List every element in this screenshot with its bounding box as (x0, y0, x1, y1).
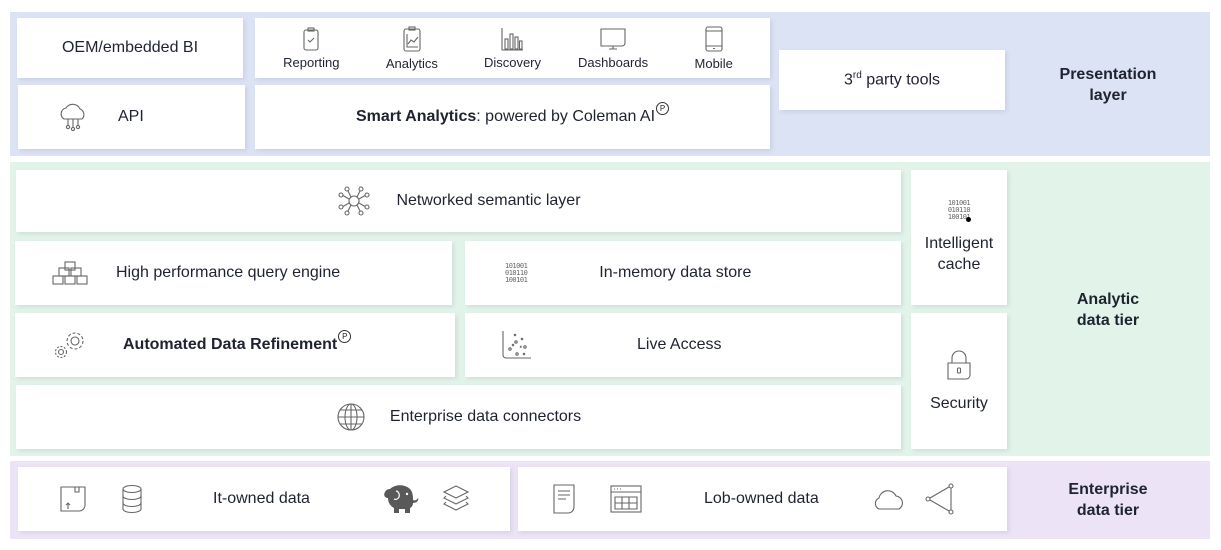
document-icon (552, 484, 576, 514)
oem-label: OEM/embedded BI (61, 39, 199, 56)
spreadsheet-icon (610, 485, 642, 513)
globe-icon (336, 402, 366, 432)
intelligent-cache-box: 101001 010110 100101 Intelligent cache (911, 170, 1007, 305)
padlock-icon (946, 349, 972, 381)
security-box: Security (911, 313, 1007, 449)
smart-analytics-box: Smart Analytics: powered by Coleman AI P (255, 85, 770, 149)
tool-label: Analytics (385, 55, 438, 71)
third-party-tools-box: 3rd party tools (779, 50, 1005, 110)
smart-analytics-subtitle: : powered by Coleman AI (476, 108, 656, 125)
enterprise-tier-label: Enterprise data tier (1068, 481, 1148, 519)
clipboard-check-icon (302, 26, 320, 51)
tool-mobile: Mobile (664, 25, 764, 71)
elephant-icon (382, 483, 420, 515)
smart-analytics-title: Smart Analytics (355, 108, 477, 125)
intelligent-cache-label: Intelligent cache (924, 235, 994, 273)
patent-mark-icon: P (656, 102, 670, 115)
monitor-icon (599, 27, 627, 51)
scatter-plot-icon (501, 329, 533, 361)
live-access-box: Live Access (465, 313, 901, 377)
network-hub-icon (336, 186, 372, 216)
enterprise-data-connectors-box: Enterprise data connectors (16, 385, 901, 449)
in-memory-data-store-box: 101001 010110 100101 In-memory data store (465, 241, 901, 305)
it-owned-data-box: It-owned data (18, 467, 510, 531)
hierarchy-blocks-icon (52, 260, 88, 286)
patent-mark-icon: P (338, 330, 352, 343)
cloud-network-icon (56, 102, 90, 132)
it-owned-label: It-owned data (213, 490, 310, 507)
binary-search-icon: 101001 010110 100101 (948, 200, 973, 224)
third-party-label: 3rd party tools (843, 70, 941, 89)
database-icon (121, 484, 143, 514)
tool-label: Discovery (483, 54, 542, 70)
tool-label: Reporting (283, 54, 340, 70)
presentation-tools-box: Reporting Analytics Discovery Dashboards… (255, 18, 770, 78)
in-memory-label: In-memory data store (599, 264, 752, 281)
live-access-label: Live Access (637, 336, 722, 353)
api-label: API (118, 108, 144, 125)
gears-icon (53, 330, 89, 360)
mobile-icon (705, 25, 723, 52)
tool-label: Dashboards (578, 54, 649, 70)
security-label: Security (930, 395, 988, 412)
tool-discovery: Discovery (462, 27, 562, 70)
networked-semantic-layer-box: Networked semantic layer (16, 170, 901, 232)
query-engine-box: High performance query engine (15, 241, 452, 305)
tool-label: Mobile (694, 55, 733, 71)
layers-icon (442, 484, 470, 514)
binary-data-icon: 101001 010110 100101 (505, 261, 528, 284)
tool-dashboards: Dashboards (563, 27, 663, 70)
lob-owned-data-box: Lob-owned data (518, 467, 1007, 531)
presentation-tier-label: Presentation layer (1059, 66, 1157, 104)
cloud-icon (871, 487, 907, 511)
package-upload-icon (59, 485, 87, 513)
connectors-label: Enterprise data connectors (389, 408, 582, 425)
share-network-icon (925, 483, 955, 515)
refinement-label: Automated Data Refinement (123, 336, 338, 353)
tool-analytics: Analytics (362, 25, 462, 71)
oem-embedded-bi-box: OEM/embedded BI (17, 18, 243, 78)
query-engine-label: High performance query engine (116, 264, 341, 281)
analytic-tier-label: Analytic data tier (1076, 291, 1140, 329)
automated-data-refinement-box: Automated Data Refinement P (15, 313, 455, 377)
clipboard-chart-icon (402, 25, 422, 52)
api-box: API (18, 85, 245, 149)
bar-chart-icon (500, 27, 524, 51)
semantic-layer-label: Networked semantic layer (396, 192, 581, 209)
lob-owned-label: Lob-owned data (704, 490, 819, 507)
tool-reporting: Reporting (261, 26, 361, 70)
